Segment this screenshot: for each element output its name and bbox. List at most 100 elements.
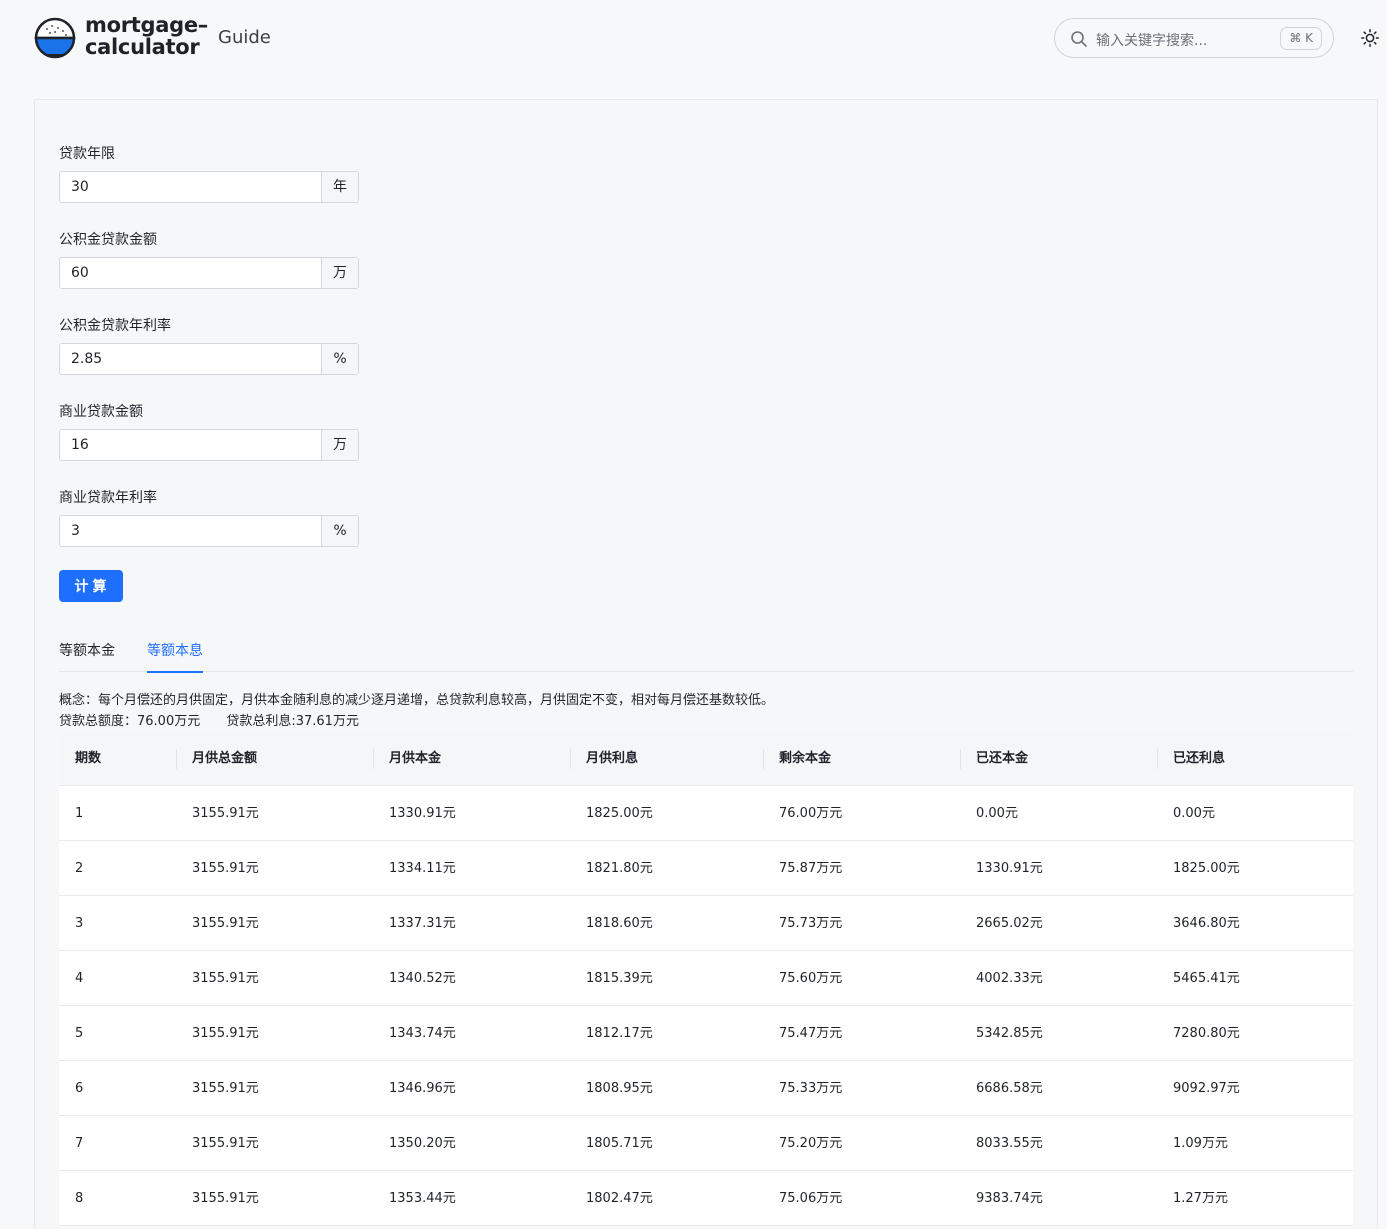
table-cell: 1818.60元 [586,916,653,931]
fund-amount-group: 万 [59,257,359,289]
biz-rate-input[interactable] [60,516,321,546]
table-cell: 1337.31元 [389,916,456,931]
table-cell: 3155.91元 [192,1026,259,1041]
table-cell: 9383.74元 [976,1191,1043,1206]
table-cell: 5342.85元 [976,1026,1043,1041]
table-cell: 75.87万元 [779,861,843,876]
biz-amount-label: 商业贷款金额 [59,404,143,420]
table-row: 5 3155.91元 1343.74元 1812.17元 75.47万元 5342.85元… [59,1006,1353,1061]
table-cell: 1825.00元 [1173,861,1240,876]
biz-rate-label: 商业贷款年利率 [59,490,157,506]
table-cell: 9092.97元 [1173,1081,1240,1096]
column-header: 已还本金 [960,732,1157,785]
loan-years-label: 贷款年限 [59,146,115,162]
calculate-button[interactable]: 计算 [59,570,123,602]
table-cell: 6686.58元 [976,1081,1043,1096]
biz-amount-input[interactable] [60,430,321,460]
table-cell: 1330.91元 [389,806,456,821]
table-cell: 75.60万元 [779,971,843,986]
table-cell: 5 [75,1026,84,1041]
table-cell: 7280.80元 [1173,1026,1240,1041]
search-placeholder: 输入关键字搜索... [1096,33,1208,49]
brand-line-2: calculator [85,35,200,59]
concept-text: 概念：每个月偿还的月供固定，月供本金随利息的减少逐月递增，总贷款利息较高，月供固… [59,693,775,708]
fund-amount-unit: 万 [321,258,358,288]
calculator-panel: 贷款年限 年 公积金贷款金额 万 公积金贷款年利率 % 商业贷款金额 万 商业贷… [34,99,1378,1229]
table-cell: 0.00元 [1173,806,1215,821]
table-cell: 4002.33元 [976,971,1043,986]
table-row: 6 3155.91元 1346.96元 1808.95元 75.33万元 6686.58元… [59,1061,1353,1116]
table-cell: 1 [75,806,84,821]
fund-rate-input[interactable] [60,344,321,374]
table-cell: 4 [75,971,84,986]
table-cell: 3 [75,916,84,931]
table-row: 7 3155.91元 1350.20元 1805.71元 75.20万元 8033.55元… [59,1116,1353,1171]
total-interest-text: 贷款总利息:37.61万元 [226,714,359,729]
table-cell: 3155.91元 [192,1081,259,1096]
table-cell: 5465.41元 [1173,971,1240,986]
search-icon [1071,31,1087,47]
loan-years-group: 年 [59,171,359,203]
loan-years-unit: 年 [321,172,358,202]
biz-amount-group: 万 [59,429,359,461]
table-cell: 75.47万元 [779,1026,843,1041]
table-row: 8 3155.91元 1353.44元 1802.47元 75.06万元 9383.74元… [59,1171,1353,1226]
table-cell: 1330.91元 [976,861,1043,876]
table-cell: 75.73万元 [779,916,843,931]
table-cell: 3155.91元 [192,861,259,876]
loan-years-input[interactable] [60,172,321,202]
brand-line-1: mortgage– [85,13,208,37]
table-cell: 1334.11元 [389,861,456,876]
fund-amount-label: 公积金贷款金额 [59,232,157,248]
fund-rate-unit: % [321,344,358,374]
table-cell: 1821.80元 [586,861,653,876]
column-header: 月供利息 [570,732,763,785]
table-cell: 3155.91元 [192,806,259,821]
table-cell: 1350.20元 [389,1136,456,1151]
sun-icon[interactable] [1361,29,1379,47]
column-header: 月供总金额 [176,732,373,785]
table-cell: 1808.95元 [586,1081,653,1096]
table-header-row: 期数 月供总金额 月供本金 月供利息 剩余本金 已还本金 已还利息 [59,732,1353,786]
table-cell: 1340.52元 [389,971,456,986]
total-loan-text: 贷款总额度：76.00万元 [59,714,201,729]
search-box[interactable]: 输入关键字搜索... ⌘ K [1054,18,1334,58]
table-cell: 1802.47元 [586,1191,653,1206]
table-cell: 75.33万元 [779,1081,843,1096]
table-cell: 1825.00元 [586,806,653,821]
table-cell: 1812.17元 [586,1026,653,1041]
search-shortcut-badge: ⌘ K [1280,27,1322,50]
table-cell: 8 [75,1191,84,1206]
fund-amount-input[interactable] [60,258,321,288]
table-cell: 2665.02元 [976,916,1043,931]
repayment-schedule-table: 期数 月供总金额 月供本金 月供利息 剩余本金 已还本金 已还利息 1 3155.… [59,732,1353,1226]
table-cell: 1815.39元 [586,971,653,986]
biz-rate-group: % [59,515,359,547]
summary-block: 概念：每个月偿还的月供固定，月供本金随利息的减少逐月递增，总贷款利息较高，月供固… [59,690,774,732]
table-cell: 1353.44元 [389,1191,456,1206]
table-row: 2 3155.91元 1334.11元 1821.80元 75.87万元 1330.91元… [59,841,1353,896]
fund-rate-group: % [59,343,359,375]
table-row: 3 3155.91元 1337.31元 1818.60元 75.73万元 2665.02元… [59,896,1353,951]
rice-bowl-logo-icon[interactable] [34,17,76,59]
top-header: mortgage– calculator Guide 输入关键字搜索... ⌘ … [0,0,1387,76]
table-cell: 1.27万元 [1173,1191,1228,1206]
brand-name[interactable]: mortgage– calculator [85,14,208,58]
tab-equal-principal[interactable]: 等额本金 [59,640,115,671]
biz-rate-unit: % [321,516,358,546]
table-cell: 6 [75,1081,84,1096]
table-cell: 3155.91元 [192,971,259,986]
table-cell: 3155.91元 [192,916,259,931]
fund-rate-label: 公积金贷款年利率 [59,318,171,334]
table-row: 1 3155.91元 1330.91元 1825.00元 76.00万元 0.00元 0.0… [59,786,1353,841]
table-cell: 3155.91元 [192,1191,259,1206]
table-cell: 75.06万元 [779,1191,843,1206]
nav-guide-link[interactable]: Guide [218,27,271,48]
table-cell: 3646.80元 [1173,916,1240,931]
tab-equal-installment[interactable]: 等额本息 [147,640,203,673]
table-cell: 8033.55元 [976,1136,1043,1151]
table-cell: 1343.74元 [389,1026,456,1041]
table-cell: 1805.71元 [586,1136,653,1151]
column-header: 月供本金 [373,732,570,785]
column-header: 剩余本金 [763,732,960,785]
